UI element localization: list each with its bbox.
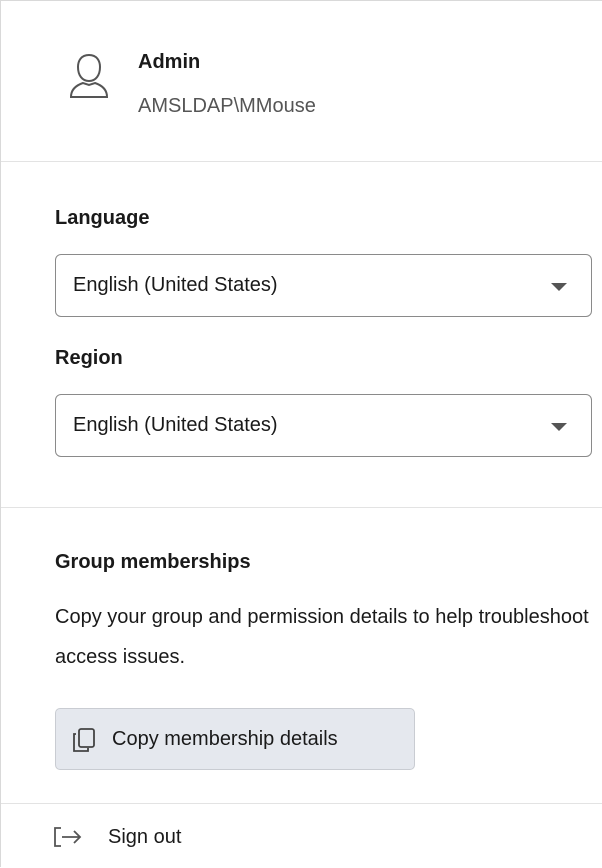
sign-out-arrow-icon bbox=[53, 826, 83, 848]
region-label: Region bbox=[55, 347, 123, 369]
sign-out-button[interactable]: Sign out bbox=[1, 804, 602, 868]
copy-button-label: Copy membership details bbox=[112, 727, 338, 750]
divider bbox=[1, 507, 602, 508]
sign-out-label: Sign out bbox=[108, 826, 182, 848]
group-memberships-description: Copy your group and permission details t… bbox=[55, 606, 589, 668]
language-label: Language bbox=[55, 207, 150, 229]
user-account: AMSLDAP\MMouse bbox=[138, 95, 316, 117]
chevron-down-icon bbox=[551, 423, 567, 431]
region-select-value: English (United States) bbox=[73, 414, 278, 436]
language-select[interactable]: English (United States) bbox=[55, 254, 592, 317]
user-name: Admin bbox=[138, 51, 201, 73]
chevron-down-icon bbox=[551, 283, 567, 291]
region-select[interactable]: English (United States) bbox=[55, 394, 592, 457]
user-silhouette-icon bbox=[67, 51, 111, 99]
account-panel: Admin AMSLDAP\MMouse Language English (U… bbox=[0, 0, 602, 867]
user-profile: Admin AMSLDAP\MMouse bbox=[1, 1, 602, 161]
copy-membership-details-button[interactable]: Copy membership details bbox=[55, 708, 415, 770]
language-select-value: English (United States) bbox=[73, 274, 278, 296]
copy-icon bbox=[72, 727, 96, 753]
group-memberships-title: Group memberships bbox=[55, 551, 251, 573]
divider bbox=[1, 161, 602, 162]
